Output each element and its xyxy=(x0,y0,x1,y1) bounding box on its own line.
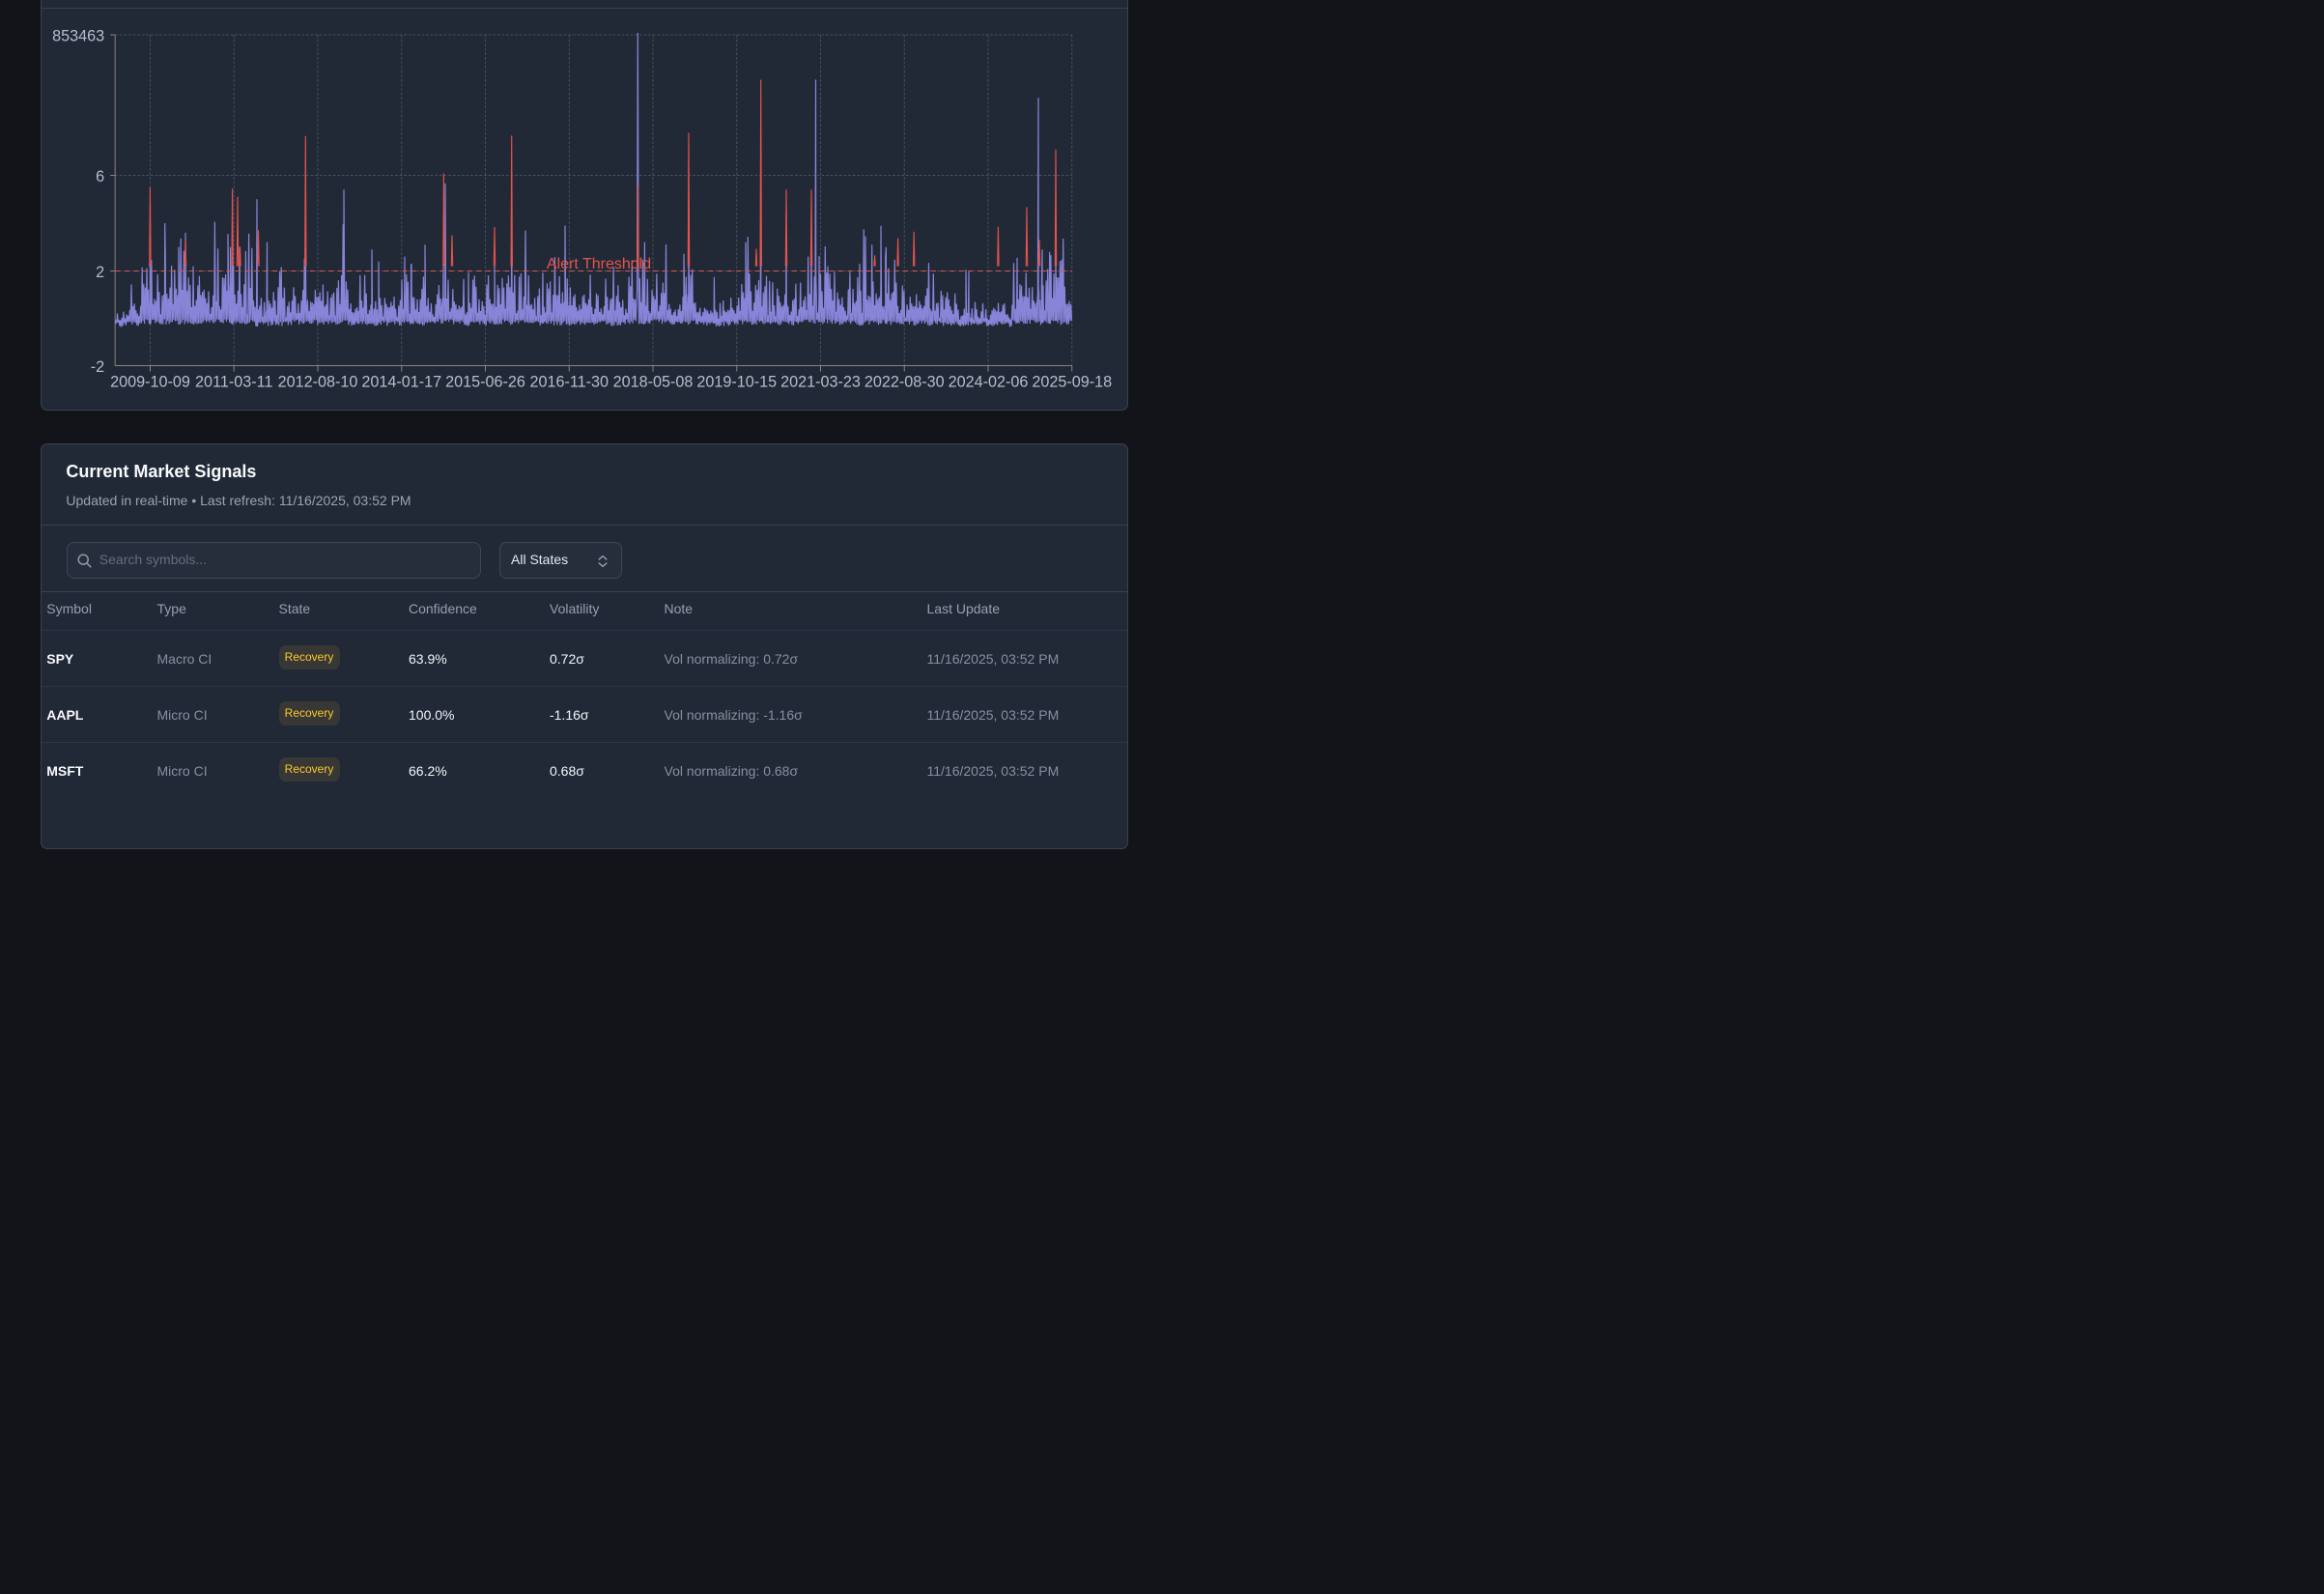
svg-text:2009-10-09: 2009-10-09 xyxy=(110,374,190,391)
svg-text:Alert Threshold: Alert Threshold xyxy=(547,256,651,272)
svg-text:2019-10-15: 2019-10-15 xyxy=(696,374,777,391)
svg-text:2025-09-18: 2025-09-18 xyxy=(1032,374,1112,391)
svg-text:2016-11-30: 2016-11-30 xyxy=(529,374,609,391)
svg-text:6: 6 xyxy=(96,168,104,185)
svg-text:2011-03-11: 2011-03-11 xyxy=(195,374,272,391)
svg-text:2: 2 xyxy=(96,264,104,281)
svg-text:2022-08-30: 2022-08-30 xyxy=(864,374,945,391)
svg-text:2018-05-08: 2018-05-08 xyxy=(613,374,694,391)
svg-text:2014-01-17: 2014-01-17 xyxy=(361,374,441,391)
svg-text:-2: -2 xyxy=(91,358,104,376)
svg-text:2021-03-23: 2021-03-23 xyxy=(780,374,861,391)
svg-text:2012-08-10: 2012-08-10 xyxy=(278,374,358,391)
svg-text:2024-02-06: 2024-02-06 xyxy=(949,374,1029,391)
svg-text:853463: 853463 xyxy=(52,28,104,45)
svg-text:2015-06-26: 2015-06-26 xyxy=(445,374,525,391)
